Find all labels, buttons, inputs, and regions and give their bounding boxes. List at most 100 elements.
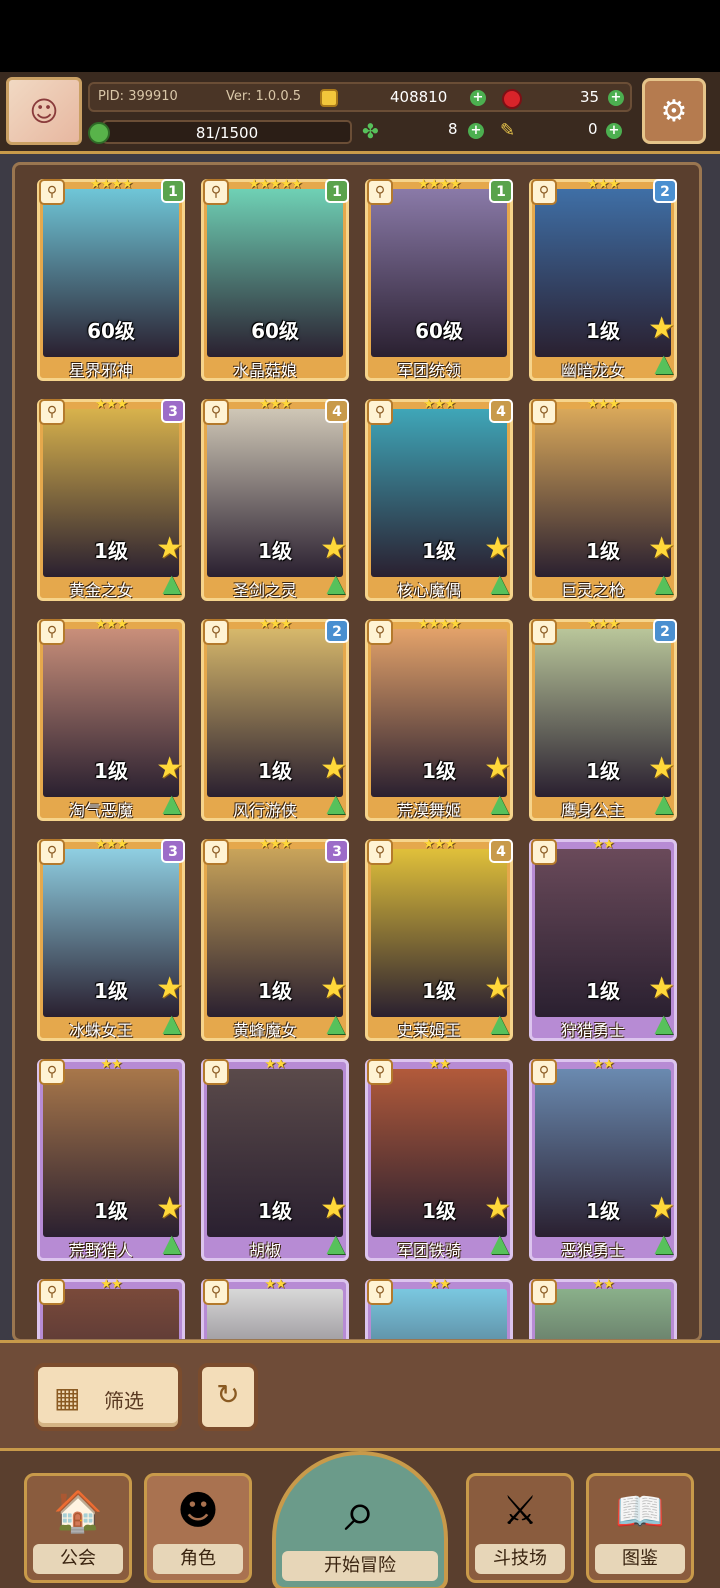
class-badge: 2: [653, 619, 677, 643]
add-gold-icon[interactable]: +: [470, 90, 486, 106]
character-card[interactable]: 60级 水晶菇娘 ⚲ ★★★★★ 1: [201, 177, 349, 381]
energy-bar: 81/1500: [102, 120, 352, 144]
add-clover-icon[interactable]: +: [468, 123, 484, 139]
rarity-stars: ★★: [592, 1277, 614, 1292]
star-upgrade-icon: ★: [648, 971, 675, 1006]
add-feather-icon[interactable]: +: [606, 123, 622, 139]
gear-icon: ⚙: [660, 93, 688, 129]
apple-amount: 35: [580, 88, 600, 106]
filter-button[interactable]: ▦ 筛选: [34, 1363, 182, 1431]
feather-icon: ✎: [500, 120, 516, 141]
character-card[interactable]: 1级 核心魔偶 ⚲ ★★★ 4 ★ ▲: [365, 397, 513, 601]
nav-adventure-label: 开始冒险: [282, 1551, 438, 1581]
character-card[interactable]: 1级 狩猎勇士 ⚲ ★★ ★ ▲: [529, 837, 677, 1041]
star-upgrade-icon: ★: [648, 1191, 675, 1226]
character-name: 风行游侠: [232, 801, 297, 820]
rarity-stars: ★★: [100, 1277, 122, 1292]
character-name: 水晶菇娘: [232, 361, 297, 380]
character-card[interactable]: 1级 黄蜂魔女 ⚲ ★★★ 3 ★ ▲: [201, 837, 349, 1041]
gold-coin-icon: [320, 89, 338, 107]
character-card[interactable]: 1级 史莱姆王 ⚲ ★★★ 4 ★ ▲: [365, 837, 513, 1041]
character-card[interactable]: 1级 胡椒 ⚲ ★★ ★ ▲: [201, 1057, 349, 1261]
bottom-nav: 🏠 公会 ☻ 角色 ⌕ 开始冒险 ⚔ 斗技场 📖 图鉴: [0, 1448, 720, 1588]
rarity-stars: ★★: [264, 1057, 286, 1072]
level-up-arrow-icon: ▲: [490, 1229, 509, 1257]
character-card[interactable]: 1级 荒漠舞姬 ⚲ ★★★★ ★ ▲: [365, 617, 513, 821]
level-up-arrow-icon: ▲: [654, 1009, 673, 1037]
character-name: 恶狼勇士: [560, 1241, 625, 1260]
character-card[interactable]: 60级 军团统领 ⚲ ★★★★ 1: [365, 177, 513, 381]
star-upgrade-icon: ★: [648, 531, 675, 566]
character-card[interactable]: 1级 幽暗龙女 ⚲ ★★★ 2 ★ ▲: [529, 177, 677, 381]
character-card[interactable]: ⚲ ★★: [365, 1277, 513, 1339]
character-name: 军团铁骑: [396, 1241, 461, 1260]
character-level: 60级: [415, 319, 463, 343]
character-card[interactable]: 1级 冰蛛女王 ⚲ ★★★ 3 ★ ▲: [37, 837, 185, 1041]
nav-character[interactable]: ☻ 角色: [144, 1473, 252, 1583]
status-bar: [0, 0, 720, 72]
character-card[interactable]: ⚲ ★★: [37, 1277, 185, 1339]
character-name: 胡椒: [248, 1241, 281, 1260]
class-badge: 4: [489, 839, 513, 863]
character-name: 圣剑之灵: [232, 581, 297, 600]
character-card[interactable]: 1级 恶狼勇士 ⚲ ★★ ★ ▲: [529, 1057, 677, 1261]
game-version: Ver: 1.0.0.5: [226, 89, 301, 104]
add-apple-icon[interactable]: +: [608, 90, 624, 106]
character-name: 冰蛛女王: [68, 1021, 133, 1040]
rarity-stars: ★★: [264, 1277, 286, 1292]
level-up-arrow-icon: ▲: [162, 1229, 181, 1257]
character-card[interactable]: 1级 风行游侠 ⚲ ★★★ 2 ★ ▲: [201, 617, 349, 821]
character-level: 60级: [251, 319, 299, 343]
energy-icon: [88, 122, 110, 144]
clover-icon: ✤: [362, 119, 379, 143]
character-card[interactable]: 1级 军团铁骑 ⚲ ★★ ★ ▲: [365, 1057, 513, 1261]
player-avatar[interactable]: ☺: [6, 77, 82, 145]
level-up-arrow-icon: ▲: [162, 1009, 181, 1037]
character-card[interactable]: 1级 黄金之女 ⚲ ★★★ 3 ★ ▲: [37, 397, 185, 601]
character-grid[interactable]: 60级 星界邪神 ⚲ ★★★★ 1 60级 水晶菇娘 ⚲ ★★★★★ 1 60级 军团统领 ⚲ ★★★★ 1…: [12, 162, 702, 1342]
character-card[interactable]: 1级 荒野猎人 ⚲ ★★ ★ ▲: [37, 1057, 185, 1261]
character-portrait: 60级: [43, 189, 179, 357]
character-card[interactable]: 60级 星界邪神 ⚲ ★★★★ 1: [37, 177, 185, 381]
nav-arena-label: 斗技场: [475, 1544, 565, 1574]
star-upgrade-icon: ★: [156, 531, 183, 566]
refresh-icon: ↻: [216, 1378, 240, 1411]
class-badge: 3: [325, 839, 349, 863]
level-up-arrow-icon: ▲: [490, 789, 509, 817]
nav-guild[interactable]: 🏠 公会: [24, 1473, 132, 1583]
book-icon: 📖: [615, 1489, 665, 1535]
star-upgrade-icon: ★: [648, 311, 675, 346]
character-portrait: 60级: [207, 189, 343, 357]
character-card[interactable]: ⚲ ★★: [201, 1277, 349, 1339]
character-name: 狩猎勇士: [560, 1021, 625, 1040]
character-card[interactable]: ⚲ ★★: [529, 1277, 677, 1339]
nav-codex-label: 图鉴: [595, 1544, 685, 1574]
character-card[interactable]: 1级 鹰身公主 ⚲ ★★★ 2 ★ ▲: [529, 617, 677, 821]
star-upgrade-icon: ★: [156, 751, 183, 786]
character-card[interactable]: 1级 淘气恶魔 ⚲ ★★★ ★ ▲: [37, 617, 185, 821]
settings-button[interactable]: ⚙: [642, 78, 706, 144]
nav-codex[interactable]: 📖 图鉴: [586, 1473, 694, 1583]
star-upgrade-icon: ★: [484, 751, 511, 786]
energy-amount: 81/1500: [195, 124, 259, 142]
character-card[interactable]: 1级 圣剑之灵 ⚲ ★★★ 4 ★ ▲: [201, 397, 349, 601]
apple-icon: [502, 89, 522, 109]
character-card[interactable]: 1级 巨灵之枪 ⚲ ★★★ ★ ▲: [529, 397, 677, 601]
nav-character-label: 角色: [153, 1544, 243, 1574]
star-upgrade-icon: ★: [484, 1191, 511, 1226]
level-up-arrow-icon: ▲: [654, 349, 673, 377]
sort-refresh-button[interactable]: ↻: [198, 1363, 258, 1431]
character-panel: 60级 星界邪神 ⚲ ★★★★ 1 60级 水晶菇娘 ⚲ ★★★★★ 1 60级 军团统领 ⚲ ★★★★ 1…: [0, 154, 720, 1342]
class-badge: 1: [161, 179, 185, 203]
resource-row-bottom: 81/1500 ✤ 8 + ✎ 0 +: [88, 118, 632, 146]
nav-adventure[interactable]: ⌕ 开始冒险: [272, 1451, 448, 1588]
class-badge: 2: [653, 179, 677, 203]
magnifier-icon: ⌕: [344, 1479, 376, 1544]
nav-arena[interactable]: ⚔ 斗技场: [466, 1473, 574, 1583]
character-portrait: 60级: [371, 189, 507, 357]
guild-house-icon: 🏠: [53, 1489, 103, 1535]
level-up-arrow-icon: ▲: [326, 569, 345, 597]
character-name: 淘气恶魔: [68, 801, 133, 820]
rarity-stars: ★★★★: [417, 617, 462, 632]
nav-guild-label: 公会: [33, 1544, 123, 1574]
